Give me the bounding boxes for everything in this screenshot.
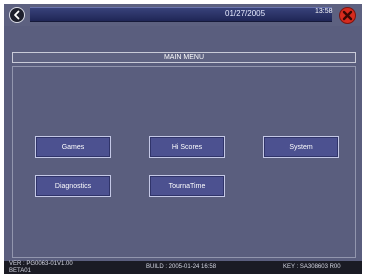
date-display: 01/27/2005 [225, 9, 266, 18]
key-label: KEY : SA308603 R00 [283, 264, 341, 270]
close-x-icon [342, 10, 353, 21]
version-beta-label: BETA01 [9, 268, 31, 274]
main-menu-screen: 01/27/2005 13:58 MAIN MENU Games Hi Scor… [4, 4, 362, 274]
back-button[interactable] [9, 7, 25, 23]
page-title: MAIN MENU [12, 52, 356, 63]
date-strip: 01/27/2005 [30, 7, 332, 22]
close-button[interactable] [339, 7, 356, 24]
menu-panel: Games Hi Scores System Diagnostics Tourn… [12, 66, 356, 258]
build-label: BUILD : 2005-01-24 16:58 [146, 264, 217, 270]
top-bar: 01/27/2005 13:58 [4, 4, 362, 26]
games-button[interactable]: Games [35, 136, 111, 158]
time-display: 13:58 [315, 8, 333, 15]
system-button[interactable]: System [263, 136, 339, 158]
status-footer: VER : PG0063-01V1.00 BETA01 BUILD : 2005… [4, 261, 362, 274]
tournatime-button[interactable]: TournaTime [149, 175, 225, 197]
diagnostics-button[interactable]: Diagnostics [35, 175, 111, 197]
version-label: VER : PG0063-01V1.00 [9, 261, 73, 267]
back-arrow-icon [14, 10, 20, 20]
hi-scores-button[interactable]: Hi Scores [149, 136, 225, 158]
